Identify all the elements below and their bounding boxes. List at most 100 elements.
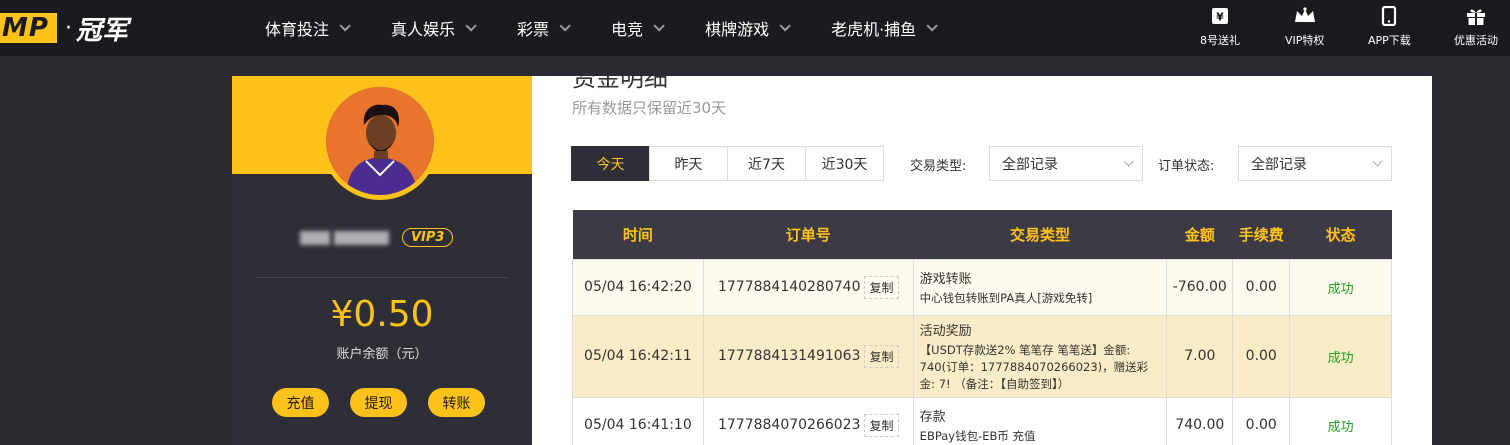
column-header: 交易类型 [1010,225,1071,244]
column-header: 状态 [1325,225,1356,244]
chevron-down-icon [339,20,351,32]
select-value: 全部记录 [1002,156,1058,173]
select-value: 全部记录 [1251,156,1307,173]
cell-fee: 0.00 [1232,314,1291,398]
quick-link-vip[interactable]: VIP特权 [1285,6,1324,48]
username-masked [300,228,390,248]
table-row: 05/04 16:42:11 1777884131491063 复制 活动奖励【U… [572,314,1392,398]
tab-7-days[interactable]: 近7天 [727,146,806,181]
cell-type: 游戏转账 中心钱包转账到PA真人[游戏免转] [912,258,1168,316]
cell-order: 1777884131491063 复制 [702,314,914,398]
cell-amount: 740.00 [1166,396,1234,445]
player-figure-icon [326,87,434,195]
chevron-down-icon [653,20,665,32]
nav-esports[interactable]: 电竞 [611,16,665,40]
quick-link-label: 8号送礼 [1200,34,1240,47]
quick-link-app[interactable]: APP下载 [1368,6,1411,48]
cell-time: 05/04 16:41:10 [572,396,704,445]
retention-note: 所有数据只保留近30天 [572,99,727,117]
copy-button[interactable]: 复制 [864,413,899,437]
nav-card-games[interactable]: 棋牌游戏 [705,16,791,40]
nav-label: 电竞 [611,20,644,39]
gift-card-icon: ¥ [1212,8,1228,24]
cell-time: 05/04 16:42:20 [572,258,704,316]
tab-30-days[interactable]: 近30天 [805,146,884,181]
transaction-type-label: 交易类型: [910,159,967,174]
logo-mark: MP [0,13,57,43]
order-number: 1777884140280740 [717,279,861,295]
quick-link-promotions[interactable]: 优惠活动 [1454,6,1498,48]
blurred-text [300,231,330,245]
main-nav: 体育投注 真人娱乐 彩票 电竞 棋牌游戏 老虎机·捕鱼 [265,0,978,56]
logo-text: 冠军 [75,15,128,46]
nav-live-casino[interactable]: 真人娱乐 [391,16,477,40]
nav-lottery[interactable]: 彩票 [517,16,571,40]
deposit-button[interactable]: 充值 [272,388,329,417]
cell-status: 成功 [1289,314,1392,398]
cell-order: 1777884070266023 复制 [702,396,914,445]
order-status-label: 订单状态: [1158,159,1215,174]
cell-fee: 0.00 [1232,396,1291,445]
order-number: 1777884070266023 [717,417,861,433]
transactions-table: 时间 订单号 交易类型 金额 手续费 状态 05/04 16:42:20 177… [572,210,1392,445]
copy-button[interactable]: 复制 [864,344,899,368]
type-detail: EBPay钱包-EB币 充值 [919,428,1036,443]
balance-label: 账户余额（元） [336,347,428,362]
cell-order: 1777884140280740 复制 [702,258,914,316]
copy-button[interactable]: 复制 [864,275,899,299]
cell-amount: -760.00 [1166,258,1234,316]
cell-status: 成功 [1289,258,1392,316]
column-header: 订单号 [785,225,831,244]
chevron-down-icon [559,20,571,32]
nav-label: 体育投注 [265,20,330,39]
column-header: 手续费 [1238,225,1284,244]
column-header: 时间 [622,225,653,244]
table-row: 05/04 16:42:20 1777884140280740 复制 游戏转账 中心… [572,258,1392,316]
date-range-tabs: 今天 昨天 近7天 近30天 [571,146,884,181]
type-detail: 中心钱包转账到PA真人[游戏免转] [919,290,1093,305]
type-main: 活动奖励 [919,323,972,339]
transfer-button[interactable]: 转账 [428,388,485,417]
quick-link-label: VIP特权 [1285,34,1325,47]
nav-sports[interactable]: 体育投注 [265,16,351,40]
quick-link-gift-card[interactable]: ¥ 8号送礼 [1200,6,1240,48]
quick-link-label: 优惠活动 [1454,34,1498,47]
top-navbar: MP · 冠军 体育投注 真人娱乐 彩票 电竞 棋牌游戏 老虎机·捕鱼 ¥ 8号… [0,0,1510,56]
cell-type: 活动奖励【USDT存款送2% 笔笔存 笔笔送】金额: 740(订单：177788… [912,314,1168,398]
avatar-image [326,87,434,195]
table-header-row: 时间 订单号 交易类型 金额 手续费 状态 [572,210,1392,259]
logo-dot: · [64,15,72,41]
tab-today[interactable]: 今天 [571,146,650,181]
chevron-down-icon [465,20,477,32]
vip-badge: VIP3 [402,228,454,247]
order-number: 1777884131491063 [717,348,861,364]
account-actions: 充值 提现 转账 [272,388,485,417]
transactions-panel: 资金明细 所有数据只保留近30天 今天 昨天 近7天 近30天 交易类型: 全部… [532,76,1432,445]
nav-label: 老虎机·捕鱼 [831,20,917,39]
transaction-type-select[interactable]: 全部记录 [989,146,1143,181]
chevron-down-icon [926,20,938,32]
nav-label: 彩票 [517,20,550,39]
nav-label: 真人娱乐 [391,20,456,39]
cell-fee: 0.00 [1232,258,1291,316]
balance-amount: ¥0.50 [330,294,434,335]
table-row: 05/04 16:41:10 1777884070266023 复制 存款 EBPa… [572,396,1392,445]
cell-time: 05/04 16:42:11 [572,314,704,398]
crown-icon [1294,7,1315,22]
phone-icon [1382,6,1397,26]
divider [256,277,508,278]
withdraw-button[interactable]: 提现 [350,388,407,417]
type-main: 存款 [919,409,946,425]
column-header: 金额 [1184,225,1215,244]
tab-yesterday[interactable]: 昨天 [649,146,728,181]
chevron-down-icon [779,20,791,32]
order-status-select[interactable]: 全部记录 [1238,146,1392,181]
cell-type: 存款 EBPay钱包-EB币 充值 [912,396,1168,445]
avatar[interactable] [321,82,439,200]
type-detail: 【USDT存款送2% 笔笔存 笔笔送】金额: 740(订单：1777884070… [919,342,1149,391]
brand-logo[interactable]: MP · 冠军 [0,12,128,46]
blurred-text [334,231,389,245]
svg-text:¥: ¥ [1216,11,1224,24]
cell-status: 成功 [1289,396,1392,445]
nav-slots-fishing[interactable]: 老虎机·捕鱼 [831,16,938,40]
